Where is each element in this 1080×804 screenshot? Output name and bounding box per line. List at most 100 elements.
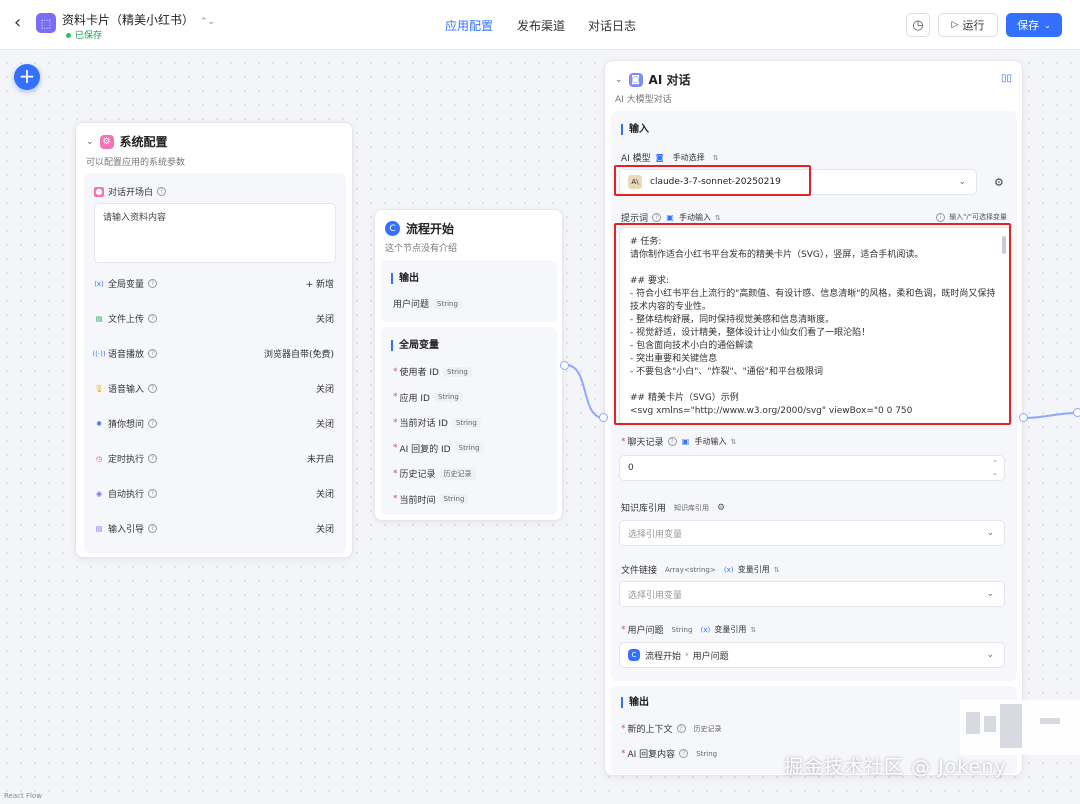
node-title: AI 对话 xyxy=(648,73,691,87)
kb-select[interactable]: 选择引用变量 ⌄ xyxy=(619,520,1005,546)
flow-start-output-handle[interactable] xyxy=(560,361,569,370)
flow-start-icon: C xyxy=(385,221,400,236)
section-title: 输入 xyxy=(621,124,649,135)
system-config-node[interactable]: ⌄ ⚙ 系统配置 可以配置应用的系统参数 ● 对话开场白 ? 请输入资料内容 (… xyxy=(75,122,353,558)
global-var-row: * 使用者 ID String xyxy=(393,365,472,378)
opening-textarea[interactable]: 请输入资料内容 xyxy=(94,203,336,263)
help-icon[interactable]: ? xyxy=(148,419,158,428)
chevron-down-icon[interactable]: ⌄ xyxy=(615,75,623,85)
kb-label: 知识库引用 知识库引用 ⚙ xyxy=(621,502,726,515)
minimap-node xyxy=(984,716,996,732)
global-var-row: * 历史记录 历史记录 xyxy=(393,467,476,480)
help-icon[interactable]: ? xyxy=(676,724,686,733)
output-row: * AI 回复内容 ? String xyxy=(621,748,718,761)
model-label: AI 模型 ◙ 手动选择 ⇅ xyxy=(621,153,719,164)
react-flow-attribution[interactable]: React Flow xyxy=(4,792,42,800)
variable-icon: (x) xyxy=(723,565,734,574)
config-row-value[interactable]: 关闭 xyxy=(316,487,334,500)
auto-run-icon: ◉ xyxy=(95,489,103,498)
required-mark: * xyxy=(393,468,398,479)
gear-icon[interactable]: ⚙ xyxy=(994,176,1004,189)
chevron-down-icon[interactable]: ⌄ xyxy=(86,137,94,147)
lightbulb-icon: ✺ xyxy=(96,419,102,428)
config-row-value[interactable]: 关闭 xyxy=(316,417,334,430)
swap-icon[interactable]: ⇅ xyxy=(774,566,780,574)
config-row-label: ((·)) 语音播放? xyxy=(92,347,158,360)
chevron-right-icon: › xyxy=(685,650,689,660)
required-mark: * xyxy=(393,417,398,428)
help-icon[interactable]: ? xyxy=(667,437,677,446)
minimap-node xyxy=(966,712,980,734)
config-row-label: ▤ 输入引导? xyxy=(94,522,158,535)
config-row-value[interactable]: 未开启 xyxy=(307,452,334,465)
input-guide-icon: ▤ xyxy=(95,524,103,533)
info-icon: i xyxy=(936,212,946,222)
chat-bubble-icon: ● xyxy=(94,186,104,197)
chevron-down-icon: ⌄ xyxy=(986,650,994,660)
edge-flow-start-to-ai xyxy=(565,364,605,419)
minimap-node xyxy=(1000,704,1022,748)
help-icon[interactable]: ? xyxy=(148,454,158,463)
minimap-node xyxy=(1040,718,1060,724)
section-title: 输出 xyxy=(391,273,419,284)
microphone-icon: 🎙 xyxy=(94,384,104,393)
output-row: 用户问题 String xyxy=(393,297,462,310)
section-title: 输出 xyxy=(621,697,649,708)
config-panel: ● 对话开场白 ? 请输入资料内容 (x) 全局变量? + 新增 ▤ 文件上传? 关闭 ((… xyxy=(84,173,346,553)
book-icon[interactable]: ▯▯ xyxy=(1001,73,1012,84)
file-select[interactable]: 选择引用变量 ⌄ xyxy=(619,581,1005,607)
config-row-label: ▤ 文件上传? xyxy=(94,312,158,325)
global-var-row: * 当前时间 String xyxy=(393,493,469,506)
node-title: 系统配置 xyxy=(119,135,168,149)
help-icon[interactable]: ? xyxy=(148,489,158,498)
question-select[interactable]: C 流程开始 › 用户问题 ⌄ xyxy=(619,642,1005,668)
edge-ai-to-next xyxy=(1023,412,1079,419)
help-icon[interactable]: ? xyxy=(148,349,158,358)
swap-icon[interactable]: ⇅ xyxy=(713,154,719,162)
minimap[interactable] xyxy=(960,700,1080,755)
swap-icon[interactable]: ⇅ xyxy=(731,438,737,446)
next-node-input-handle[interactable] xyxy=(1073,408,1080,417)
global-var-row: * AI 回复的 ID String xyxy=(393,442,484,455)
ai-chat-output-handle[interactable] xyxy=(1019,413,1028,422)
config-row-label: 🎙 语音输入? xyxy=(94,382,158,395)
flow-start-node[interactable]: C 流程开始 这个节点没有介绍 输出 用户问题 String 全局变量 * 使用者… xyxy=(374,209,563,521)
config-row-value[interactable]: 关闭 xyxy=(316,522,334,535)
node-header: ⌄ ⚙ 系统配置 xyxy=(86,133,168,150)
ai-chat-input-handle[interactable] xyxy=(599,413,608,422)
config-row-label: ◉ 自动执行? xyxy=(94,487,158,500)
node-title: 流程开始 xyxy=(406,222,455,236)
stepper-icon[interactable]: ⌃ ⌄ xyxy=(992,458,998,478)
config-row-value[interactable]: 关闭 xyxy=(316,382,334,395)
config-row-value[interactable]: + 新增 xyxy=(306,277,334,290)
swap-icon[interactable]: ⇅ xyxy=(715,214,721,222)
input-mode-icon: ▣ xyxy=(681,437,690,446)
swap-icon[interactable]: ⇅ xyxy=(750,626,756,634)
history-label: * 聊天记录 ? ▣ 手动输入 ⇅ xyxy=(621,436,737,449)
help-icon[interactable]: ? xyxy=(148,384,158,393)
question-label: * 用户问题 String (x) 变量引用 ⇅ xyxy=(621,624,757,637)
voice-broadcast-icon: ((·)) xyxy=(92,349,106,358)
gear-icon[interactable]: ⚙ xyxy=(717,503,725,513)
node-desc: AI 大模型对话 xyxy=(615,95,672,105)
flow-start-icon: C xyxy=(628,649,640,661)
help-icon[interactable]: ? xyxy=(652,213,662,222)
global-var-row: * 当前对话 ID String xyxy=(393,416,481,429)
help-icon[interactable]: ? xyxy=(157,187,167,196)
global-var-row: * 应用 ID String xyxy=(393,391,463,404)
config-row-value[interactable]: 关闭 xyxy=(316,312,334,325)
help-icon[interactable]: ? xyxy=(148,524,158,533)
config-row-label: ◷ 定时执行? xyxy=(94,452,158,465)
node-header: ⌄ ◙ AI 对话 xyxy=(615,71,690,88)
chevron-down-icon: ⌄ xyxy=(986,528,994,538)
config-row-label: (x) 全局变量? xyxy=(94,277,158,290)
watermark: 掘金技术社区 @ Jokeny xyxy=(784,756,1007,778)
help-icon[interactable]: ? xyxy=(148,279,158,288)
config-row-value[interactable]: 浏览器自带(免费) xyxy=(264,347,334,360)
help-icon[interactable]: ? xyxy=(148,314,158,323)
chevron-down-icon: ⌄ xyxy=(986,589,994,599)
variable-icon: (x) xyxy=(700,625,711,634)
history-number-input[interactable]: 0 ⌃ ⌄ xyxy=(619,455,1005,481)
help-icon[interactable]: ? xyxy=(679,749,689,758)
prompt-hint: i 输入"/"可选择变量 xyxy=(936,212,1007,222)
